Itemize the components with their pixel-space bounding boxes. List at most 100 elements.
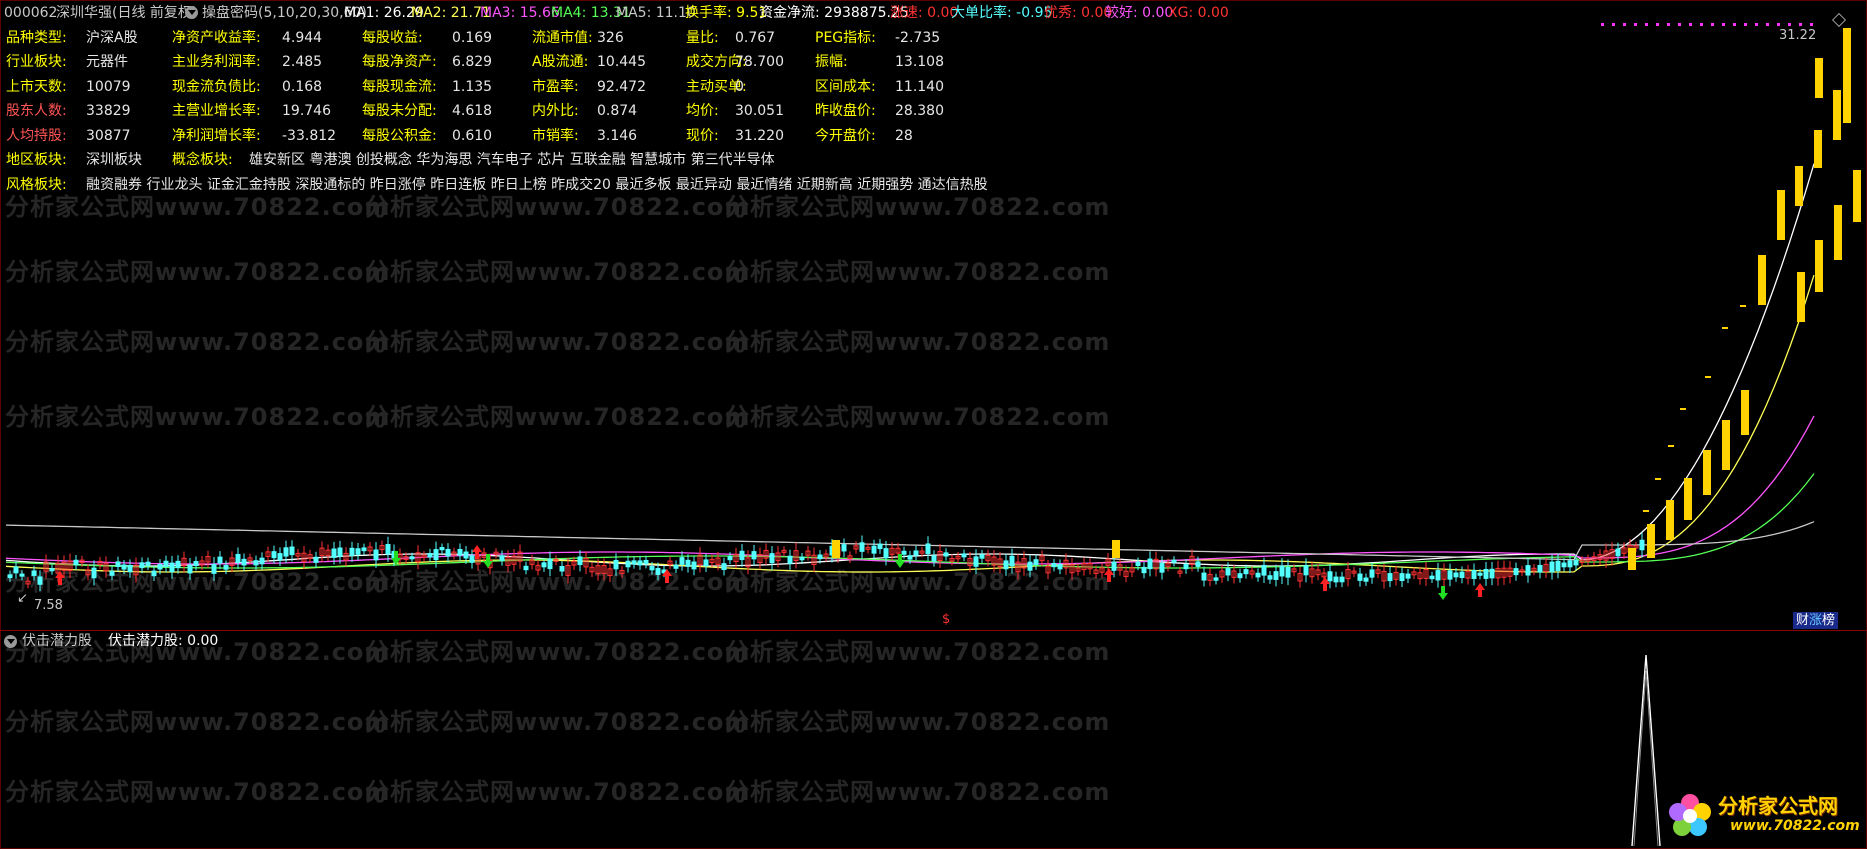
candle-body [361, 547, 367, 552]
site-logo-url: www.70822.com [1730, 818, 1860, 834]
candle-body [1405, 573, 1411, 579]
candle-body [1363, 577, 1369, 582]
candle-body [469, 555, 475, 563]
candle-body [13, 566, 19, 574]
candle-body [433, 549, 439, 561]
candle-body [157, 563, 163, 570]
signal-dot [1733, 23, 1736, 26]
candle-body [1195, 561, 1201, 567]
candle-body [277, 553, 283, 561]
candle-body [439, 547, 445, 551]
yellow-candle [1795, 166, 1803, 206]
yellow-dash [1655, 478, 1661, 480]
candle-body [727, 556, 733, 561]
yellow-candle [1741, 390, 1749, 435]
candle-body [1561, 562, 1567, 568]
candle-body [1111, 561, 1117, 571]
candle-body [1573, 559, 1579, 566]
indicator-chart[interactable] [0, 631, 1867, 847]
candle-body [109, 570, 115, 576]
yellow-candle [1666, 500, 1674, 540]
candle-body [547, 558, 553, 570]
candle-body [217, 556, 223, 564]
signal-dot [1711, 23, 1714, 26]
candlestick-chart[interactable] [0, 0, 1867, 630]
yellow-dash [1668, 445, 1674, 447]
yellow-dash [1722, 327, 1728, 329]
caizhang-badge[interactable]: 财涨榜 [1793, 612, 1838, 629]
yellow-candle [832, 540, 840, 558]
candle-body [7, 574, 13, 579]
candle-body [523, 565, 529, 571]
candle-body [1327, 571, 1333, 582]
candle-body [973, 556, 979, 567]
candle-body [1369, 569, 1375, 578]
candle-body [577, 556, 583, 566]
candle-body [685, 559, 691, 567]
signal-dot [1667, 23, 1670, 26]
candle-body [1525, 565, 1531, 576]
candle-body [271, 551, 277, 559]
candle-body [637, 560, 643, 566]
signal-dot [1810, 23, 1813, 26]
candle-body [499, 555, 505, 561]
candle-body [1459, 571, 1465, 579]
candle-body [1183, 563, 1189, 570]
site-logo-name: 分析家公式网 [1718, 794, 1838, 818]
candle-body [925, 543, 931, 555]
candle-body [193, 560, 199, 566]
signal-dot [1678, 23, 1681, 26]
candle-body [457, 548, 463, 556]
signal-dot [1755, 23, 1758, 26]
candle-body [739, 550, 745, 561]
signal-dot [1722, 23, 1725, 26]
signal-dot [1777, 23, 1780, 26]
ma-line [5, 415, 1815, 565]
candle-body [1489, 568, 1495, 579]
candle-body [1399, 573, 1405, 582]
candle-body [445, 548, 451, 557]
candle-body [1009, 555, 1015, 567]
yellow-candle [1815, 240, 1823, 292]
caizhang-char-2: 涨 [1808, 613, 1822, 628]
candle-body [721, 563, 727, 571]
candle-body [1483, 568, 1489, 579]
candle-body [799, 556, 805, 561]
candle-body [385, 544, 391, 555]
candle-body [1027, 561, 1033, 571]
candle-body [961, 553, 967, 558]
yellow-dash [1680, 408, 1686, 410]
candle-body [331, 548, 337, 558]
candle-body [541, 562, 547, 568]
candle-body [241, 558, 247, 566]
candle-body [703, 559, 709, 567]
candle-body [1135, 561, 1141, 567]
signal-dot [1623, 23, 1626, 26]
candle-body [1243, 569, 1249, 575]
candle-body [901, 550, 907, 555]
signal-dot [1799, 23, 1802, 26]
candle-body [1003, 560, 1009, 570]
candle-body [1255, 572, 1261, 578]
price-low-label: 7.58 [34, 598, 63, 613]
candle-body [91, 567, 97, 579]
candle-body [283, 547, 289, 557]
candle-body [115, 561, 121, 568]
candle-body [253, 560, 259, 566]
candle-body [49, 568, 55, 572]
candle-body [37, 576, 43, 585]
signal-dot [1645, 23, 1648, 26]
signal-dots-layer [1601, 23, 1813, 26]
candle-body [313, 556, 319, 563]
candle-body [913, 550, 919, 556]
yellow-candle [1684, 478, 1692, 520]
signal-dot [1689, 23, 1692, 26]
candle-body [409, 556, 415, 560]
yellow-candle [1843, 28, 1851, 123]
candle-body [1147, 558, 1153, 570]
candle-body [1567, 560, 1573, 568]
candle-body [871, 545, 877, 554]
ma-lines-layer [5, 163, 1815, 573]
candle-body [649, 565, 655, 571]
candle-body [1339, 576, 1345, 583]
